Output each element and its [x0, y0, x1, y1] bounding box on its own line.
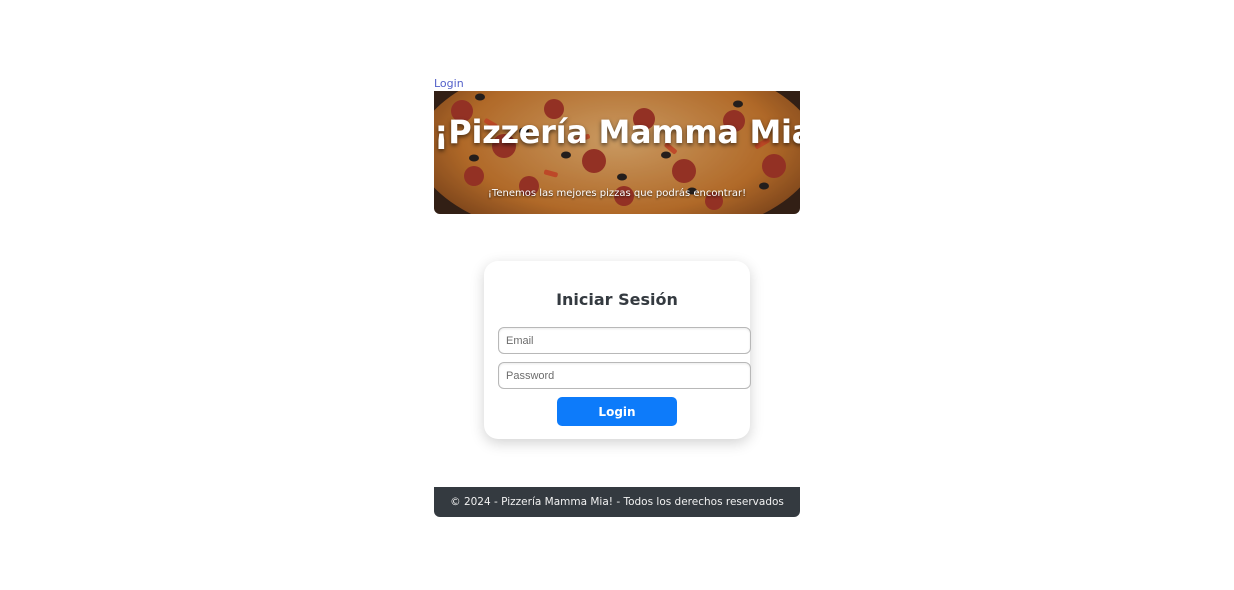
login-form-title: Iniciar Sesión [556, 290, 678, 309]
footer: © 2024 - Pizzería Mamma Mia! - Todos los… [434, 487, 800, 517]
nav-login-link[interactable]: Login [434, 77, 464, 90]
login-button[interactable]: Login [557, 397, 677, 426]
email-field[interactable] [498, 327, 751, 354]
page: Login ¡Pizzería Mamma Mia! ¡Tenemos las … [0, 0, 1234, 590]
password-field[interactable] [498, 362, 751, 389]
footer-text: © 2024 - Pizzería Mamma Mia! - Todos los… [450, 496, 784, 508]
login-form: Iniciar Sesión Login [484, 261, 751, 439]
hero-banner: ¡Pizzería Mamma Mia! ¡Tenemos las mejore… [434, 91, 800, 214]
page-title: ¡Pizzería Mamma Mia! [434, 113, 800, 151]
hero-subtitle: ¡Tenemos las mejores pizzas que podrás e… [487, 188, 747, 199]
